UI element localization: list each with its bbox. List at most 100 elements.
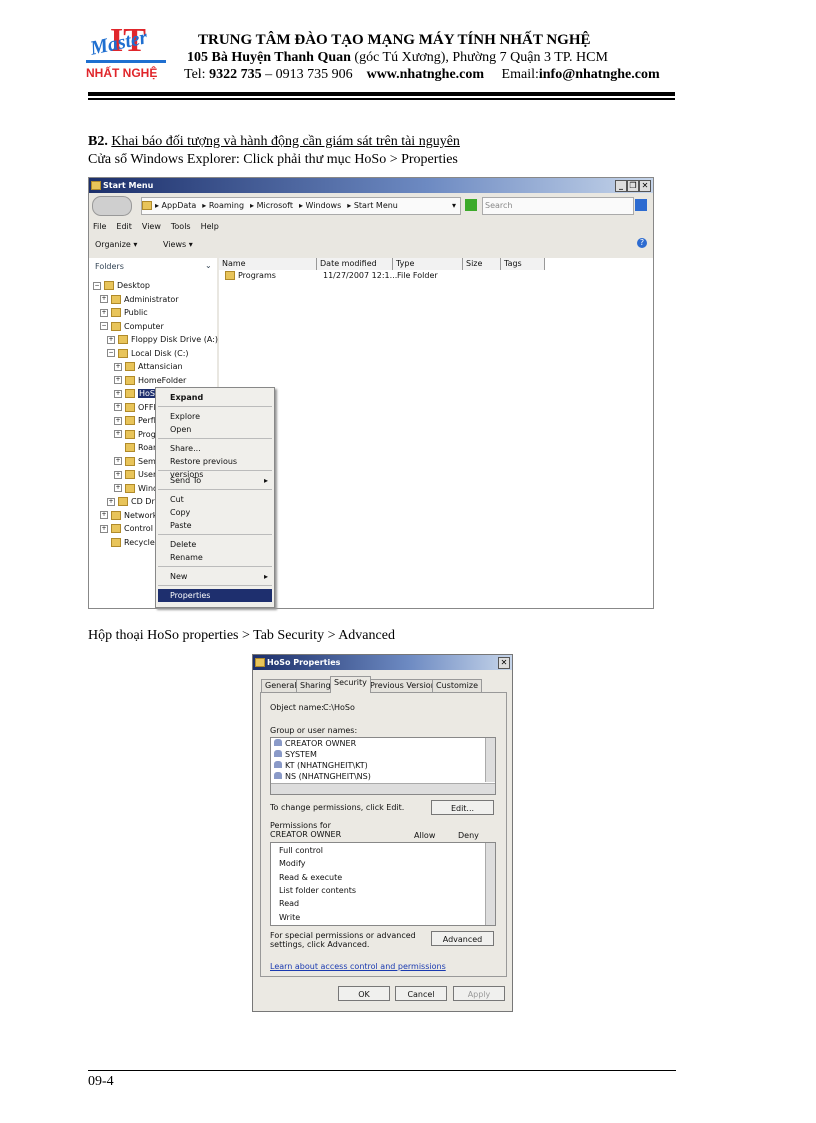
tab-general[interactable]: General <box>261 679 301 692</box>
context-menu-item-new[interactable]: New ▸ <box>158 570 272 583</box>
user-list-item[interactable]: KT (NHATNGHEIT\KT) <box>274 761 368 770</box>
tree-item[interactable]: + Control P <box>100 523 160 535</box>
context-menu-item-open[interactable]: Open <box>158 423 272 436</box>
refresh-icon[interactable] <box>465 199 477 211</box>
column-header-date-modified[interactable]: Date modified <box>317 258 393 270</box>
expand-toggle-icon[interactable]: + <box>114 484 122 492</box>
expand-toggle-icon[interactable]: + <box>114 430 122 438</box>
cancel-button[interactable]: Cancel <box>395 986 447 1001</box>
tree-item[interactable]: + Network <box>100 510 157 522</box>
context-menu-item-explore[interactable]: Explore <box>158 410 272 423</box>
email-link[interactable]: info@nhatnghe.com <box>539 67 660 82</box>
tree-item[interactable]: + OFFI <box>114 402 156 414</box>
help-icon[interactable]: ? <box>637 238 647 248</box>
breadcrumb-item[interactable]: ▸ Roaming <box>202 201 244 210</box>
tree-item[interactable]: + Attansician <box>114 361 183 373</box>
column-header-tags[interactable]: Tags <box>501 258 545 270</box>
expand-toggle-icon[interactable]: + <box>114 457 122 465</box>
menu-edit[interactable]: Edit <box>116 222 132 231</box>
minimize-button[interactable]: _ <box>615 180 627 192</box>
tree-item[interactable]: − Local Disk (C:) <box>107 348 189 360</box>
user-list[interactable]: CREATOR OWNER SYSTEM KT (NHATNGHEIT\KT) NS … <box>270 737 496 795</box>
advanced-button[interactable]: Advanced <box>431 931 494 946</box>
tree-item[interactable]: + Floppy Disk Drive (A:) <box>107 334 218 346</box>
context-menu-item-rename[interactable]: Rename <box>158 551 272 564</box>
breadcrumb-item[interactable]: ▸ Windows <box>299 201 341 210</box>
close-button[interactable]: ✕ <box>639 180 651 192</box>
breadcrumb-item[interactable]: ▸ Microsoft <box>250 201 293 210</box>
tree-item[interactable]: + HoSo <box>114 388 161 400</box>
chevron-down-icon[interactable]: ▾ <box>452 198 456 214</box>
maximize-button[interactable]: ❐ <box>627 180 639 192</box>
context-menu-item-expand[interactable]: Expand <box>158 391 272 404</box>
back-forward-buttons[interactable] <box>92 196 132 216</box>
tree-item[interactable]: + Administrator <box>100 294 179 306</box>
context-menu-item-share[interactable]: Share... <box>158 442 272 455</box>
tab-security[interactable]: Security <box>330 676 371 693</box>
tree-item[interactable]: + PerfL <box>114 415 158 427</box>
menu-file[interactable]: File <box>93 222 106 231</box>
file-row[interactable]: Programs <box>225 271 276 280</box>
column-header-size[interactable]: Size <box>463 258 501 270</box>
context-menu-item-copy[interactable]: Copy <box>158 506 272 519</box>
context-menu-item-delete[interactable]: Delete <box>158 538 272 551</box>
tree-item[interactable]: − Desktop <box>93 280 150 292</box>
expand-toggle-icon[interactable]: + <box>114 403 122 411</box>
chevron-down-icon[interactable]: ⌄ <box>205 261 212 270</box>
breadcrumb-item[interactable]: ▸ Start Menu <box>347 201 398 210</box>
search-icon[interactable] <box>635 199 647 211</box>
address-bar[interactable]: ▸ AppData ▸ Roaming ▸ Microsoft ▸ Windows ▸ … <box>141 197 461 215</box>
context-menu-item-properties[interactable]: Properties <box>158 589 272 602</box>
apply-button[interactable]: Apply <box>453 986 505 1001</box>
expand-toggle-icon[interactable]: + <box>114 376 122 384</box>
context-menu-item-restore-previous-versions[interactable]: Restore previous versions <box>158 455 272 479</box>
expand-toggle-icon[interactable]: + <box>100 295 108 303</box>
column-header-type[interactable]: Type <box>393 258 463 270</box>
edit-button[interactable]: Edit... <box>431 800 494 815</box>
user-list-item[interactable]: SYSTEM <box>274 750 317 759</box>
menu-help[interactable]: Help <box>201 222 219 231</box>
column-header-name[interactable]: Name <box>219 258 317 270</box>
expand-toggle-icon[interactable]: − <box>93 281 101 290</box>
context-menu-item-send-to[interactable]: Send To ▸ <box>158 474 272 487</box>
learn-link[interactable]: Learn about access control and permissio… <box>270 962 446 971</box>
vertical-scrollbar[interactable] <box>485 738 495 782</box>
tree-item[interactable]: − Computer <box>100 321 164 333</box>
expand-toggle-icon[interactable]: − <box>100 322 108 330</box>
tree-item[interactable]: + CD Driv <box>107 496 162 508</box>
views-button[interactable]: Views ▾ <box>163 240 193 249</box>
organize-button[interactable]: Organize ▾ <box>95 240 137 249</box>
expand-toggle-icon[interactable]: + <box>100 511 108 519</box>
close-button[interactable]: ✕ <box>498 657 510 669</box>
expand-toggle-icon[interactable]: + <box>107 335 115 344</box>
tree-item[interactable]: + Progr <box>114 429 159 441</box>
context-menu-item-paste[interactable]: Paste <box>158 519 272 532</box>
expand-toggle-icon[interactable]: + <box>114 362 122 371</box>
user-list-item[interactable]: NS (NHATNGHEIT\NS) <box>274 772 371 781</box>
user-list-item[interactable]: CREATOR OWNER <box>274 739 356 748</box>
expand-toggle-icon[interactable]: + <box>100 308 108 317</box>
expand-toggle-icon[interactable]: + <box>114 389 122 398</box>
website-link[interactable]: www.nhatnghe.com <box>367 67 484 82</box>
context-menu-item-cut[interactable]: Cut <box>158 493 272 506</box>
expand-toggle-icon[interactable]: + <box>114 470 122 479</box>
tree-item[interactable]: + Users <box>114 469 160 481</box>
tree-item[interactable]: + HomeFolder <box>114 375 186 387</box>
expand-toggle-icon[interactable]: + <box>114 416 122 425</box>
tab-customize[interactable]: Customize <box>432 679 482 692</box>
tree-item[interactable]: + Public <box>100 307 148 319</box>
expand-toggle-icon[interactable]: + <box>107 497 115 506</box>
tree-item[interactable]: Roam <box>114 442 161 454</box>
expand-toggle-icon[interactable]: + <box>100 524 108 533</box>
menu-tools[interactable]: Tools <box>171 222 191 231</box>
permissions-list[interactable]: Full control Modify Read & execute List fol… <box>270 842 496 926</box>
vertical-scrollbar[interactable] <box>485 843 495 925</box>
tree-item[interactable]: Recycle B <box>100 537 163 549</box>
breadcrumb-item[interactable]: ▸ AppData <box>155 201 196 210</box>
search-input[interactable]: Search <box>482 197 634 215</box>
menu-view[interactable]: View <box>142 222 161 231</box>
ok-button[interactable]: OK <box>338 986 390 1001</box>
tab-sharing[interactable]: Sharing <box>296 679 335 692</box>
horizontal-scrollbar[interactable] <box>271 783 495 794</box>
expand-toggle-icon[interactable]: − <box>107 349 115 357</box>
